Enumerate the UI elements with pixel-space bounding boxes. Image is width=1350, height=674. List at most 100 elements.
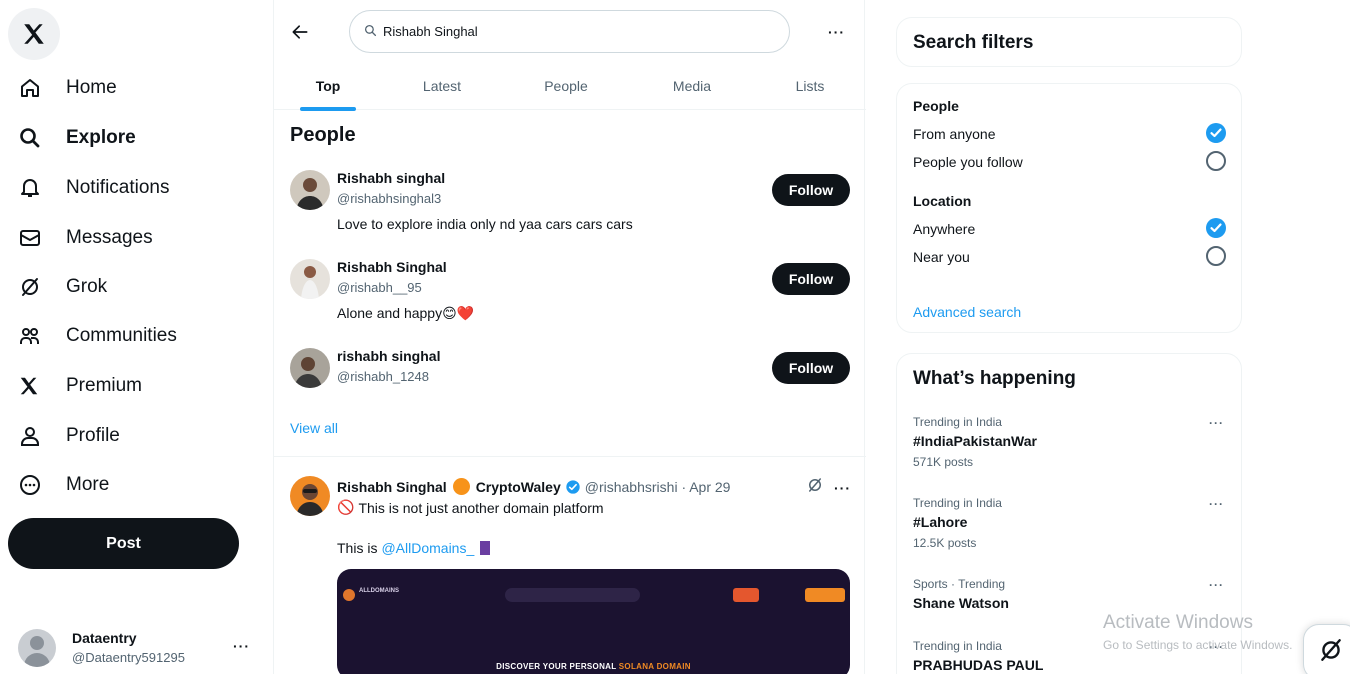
trend-more-icon[interactable]: ··· (1209, 416, 1224, 430)
tab-lists[interactable]: Lists (754, 62, 866, 110)
nav-label-communities: Communities (66, 325, 177, 346)
back-arrow-icon[interactable] (290, 22, 314, 42)
trend-more-icon[interactable]: ··· (1209, 578, 1224, 592)
trend-context: Sports · Trending (913, 577, 1006, 591)
search-icon (364, 24, 377, 40)
account-name: Dataentry (72, 630, 137, 646)
account-switcher[interactable]: Dataentry @Dataentry591295 ··· (18, 622, 258, 674)
tweet-actions: ··· (806, 476, 851, 499)
person-name[interactable]: Rishabh Singhal (337, 259, 447, 275)
main-column: ··· Top Latest People Media Lists People… (273, 0, 866, 674)
search-tabs: Top Latest People Media Lists (274, 62, 866, 111)
nav-explore[interactable]: Explore (18, 118, 136, 158)
mention-link[interactable]: @AllDomains_ (381, 540, 474, 556)
bio-emoji: 😊❤️ (442, 305, 475, 321)
filter-option-from-anyone[interactable]: From anyone (913, 126, 995, 142)
follow-button[interactable]: Follow (772, 352, 850, 384)
trend-count: 12.5K posts (913, 536, 977, 550)
trend-more-icon[interactable]: ··· (1209, 497, 1224, 511)
filter-option-people-you-follow[interactable]: People you follow (913, 154, 1023, 170)
person-handle: @rishabh_1248 (337, 369, 429, 384)
post-button[interactable]: Post (8, 518, 239, 569)
person-card[interactable]: rishabh singhal @rishabh_1248 Follow (274, 348, 866, 436)
tweet-more-icon[interactable]: ··· (834, 480, 851, 496)
bell-icon (18, 175, 50, 201)
person-name[interactable]: Rishabh singhal (337, 170, 445, 186)
nav-grok[interactable]: Grok (18, 267, 107, 307)
purple-square-icon (480, 541, 491, 555)
grok-icon[interactable] (806, 476, 824, 499)
radio-near-you[interactable] (1206, 246, 1226, 266)
tweet-author-org[interactable]: CryptoWaley (476, 479, 561, 495)
search-box[interactable] (349, 10, 790, 53)
search-filters-title: Search filters (913, 32, 1034, 53)
person-handle: @rishabhsinghal3 (337, 191, 442, 206)
tab-latest[interactable]: Latest (382, 62, 502, 110)
tweet-text-line1: 🚫 This is not just another domain platfo… (337, 499, 604, 516)
tweet-text-line2: This is @AllDomains_ (337, 540, 491, 556)
radio-people-you-follow[interactable] (1206, 151, 1226, 171)
person-bio: Love to explore india only nd yaa cars c… (337, 216, 633, 232)
trend-count: 571K posts (913, 455, 974, 469)
person-name[interactable]: rishabh singhal (337, 348, 440, 364)
view-all-link[interactable]: View all (290, 420, 338, 436)
trend-item[interactable]: Trending in India #IndiaPakistanWar 571K… (913, 415, 1233, 469)
search-input[interactable] (383, 24, 763, 39)
media-headline-highlight: SOLANA DOMAIN (618, 662, 691, 671)
tab-people[interactable]: People (502, 62, 630, 110)
nav-home[interactable]: Home (18, 68, 117, 108)
nav-communities[interactable]: Communities (18, 316, 177, 356)
media-headline: DISCOVER YOUR PERSONAL SOLANA DOMAIN (337, 662, 850, 671)
grok-icon (1318, 637, 1344, 668)
account-more-icon[interactable]: ··· (233, 638, 250, 654)
section-divider (274, 456, 866, 457)
right-column: Search filters People From anyone People… (896, 0, 1242, 674)
follow-button[interactable]: Follow (772, 174, 850, 206)
person-card[interactable]: Rishabh singhal @rishabhsinghal3 Love to… (274, 170, 866, 258)
person-card[interactable]: Rishabh Singhal @rishabh__95 Alone and h… (274, 259, 866, 347)
trend-item[interactable]: Trending in India #Lahore 12.5K posts (913, 496, 1233, 550)
tweet-media-image[interactable]: ALLDOMAINS DISCOVER YOUR PERSONAL SOLANA… (337, 569, 850, 674)
tab-media[interactable]: Media (630, 62, 754, 110)
nav-label-home: Home (66, 77, 117, 98)
advanced-search-link[interactable]: Advanced search (913, 304, 1021, 320)
nav-label-more: More (66, 474, 110, 495)
search-more-icon[interactable]: ··· (828, 24, 845, 40)
follow-button[interactable]: Follow (772, 263, 850, 295)
nav-label-premium: Premium (66, 375, 143, 396)
whats-happening-title: What’s happening (913, 368, 1076, 389)
avatar (18, 629, 56, 667)
tweet-author-name[interactable]: Rishabh Singhal (337, 479, 447, 495)
x-logo-icon[interactable] (8, 8, 60, 60)
person-icon (18, 423, 50, 449)
filter-option-near-you[interactable]: Near you (913, 249, 970, 265)
avatar (290, 259, 330, 299)
account-handle: @Dataentry591295 (72, 650, 185, 665)
nav-notifications[interactable]: Notifications (18, 168, 170, 208)
nav-label-profile: Profile (66, 425, 120, 446)
left-sidebar: Home Explore Notifications Messages Grok (0, 0, 270, 674)
tab-top[interactable]: Top (274, 62, 382, 110)
nav-more[interactable]: More (18, 465, 109, 505)
nav-messages[interactable]: Messages (18, 218, 153, 258)
page-root: Home Explore Notifications Messages Grok (0, 0, 1350, 674)
nav-premium[interactable]: Premium (18, 366, 142, 406)
radio-anywhere[interactable] (1206, 218, 1226, 238)
search-filters-header: Search filters (896, 17, 1242, 67)
radio-from-anyone[interactable] (1206, 123, 1226, 143)
prohibited-icon: 🚫 (337, 499, 355, 515)
grok-floating-button[interactable] (1303, 624, 1350, 674)
nav-profile[interactable]: Profile (18, 416, 120, 456)
media-brand: ALLDOMAINS (359, 588, 399, 594)
people-icon (18, 323, 50, 349)
tweet[interactable]: Rishabh Singhal CryptoWaley @rishabhsris… (274, 474, 866, 674)
search-icon (18, 125, 50, 151)
nav-label-explore: Explore (66, 127, 136, 148)
trend-title: Shane Watson (913, 595, 1009, 611)
tweet-text: This is (337, 540, 378, 556)
people-section-title: People (290, 124, 356, 146)
filter-option-anywhere[interactable]: Anywhere (913, 221, 975, 237)
more-circle-icon (18, 472, 50, 498)
avatar (290, 170, 330, 210)
trend-item[interactable]: Sports · Trending Shane Watson (913, 577, 1233, 611)
